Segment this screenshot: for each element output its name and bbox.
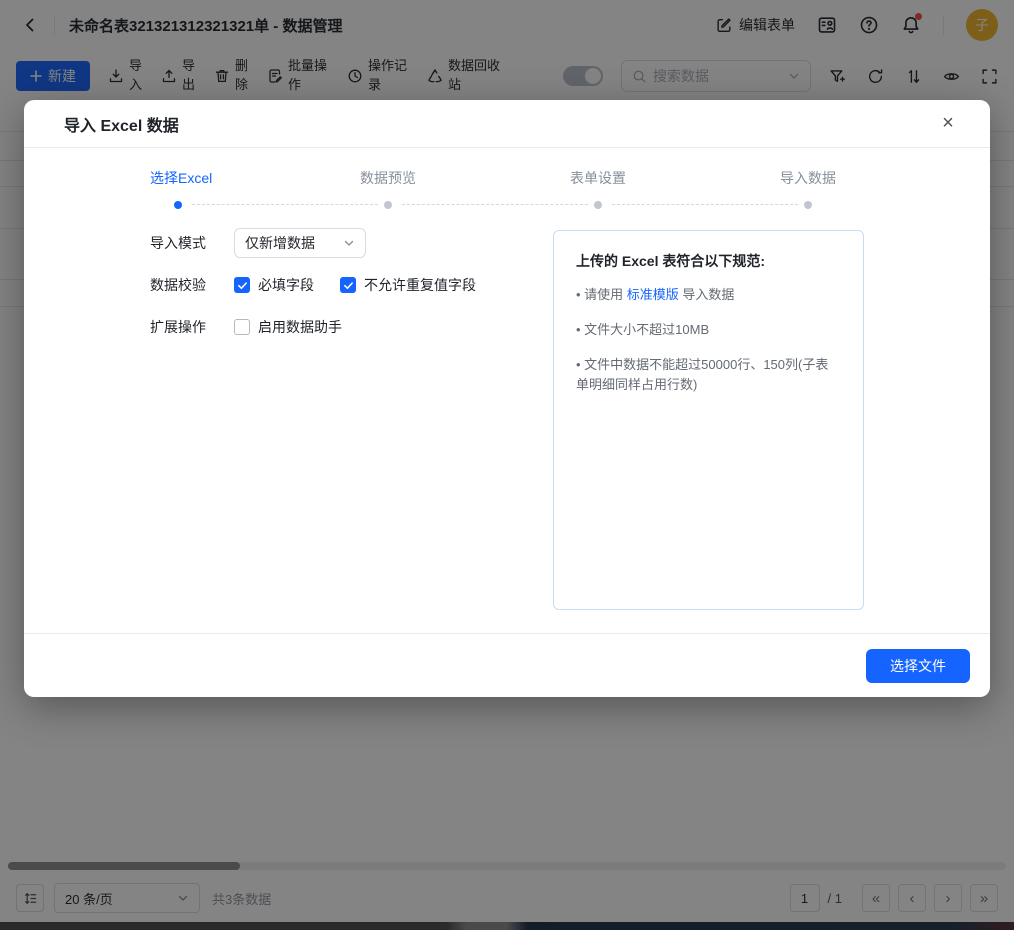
step-connector: [192, 204, 378, 205]
rule-row-limit: 文件中数据不能超过50000行、150列(子表单明细同样占用行数): [576, 355, 841, 397]
import-excel-modal: 导入 Excel 数据 × 选择Excel 数据预览 表单设置 导入数据: [24, 100, 990, 697]
step-import-data: 导入数据: [780, 168, 990, 209]
upload-rules-panel: 上传的 Excel 表符合以下规范: 请使用 标准模版 导入数据 文件大小不超过…: [553, 230, 864, 610]
choose-file-button[interactable]: 选择文件: [866, 649, 970, 683]
modal-footer: 选择文件: [24, 633, 990, 697]
checkbox-checked-icon: [234, 277, 250, 293]
step-dot: [804, 201, 812, 209]
rule-text: 请使用: [584, 287, 627, 302]
step-connector: [612, 204, 798, 205]
modal-title: 导入 Excel 数据: [64, 112, 179, 136]
no-duplicates-checkbox[interactable]: 不允许重复值字段: [340, 275, 476, 295]
step-label: 表单设置: [570, 168, 780, 188]
checkbox-checked-icon: [340, 277, 356, 293]
rule-template: 请使用 标准模版 导入数据: [576, 285, 841, 306]
step-dot: [174, 201, 182, 209]
required-fields-checkbox[interactable]: 必填字段: [234, 275, 314, 295]
step-data-preview: 数据预览: [360, 168, 570, 209]
chevron-down-icon: [343, 237, 355, 249]
import-options-form: 导入模式 仅新增数据 数据校验 必填字段: [150, 228, 476, 354]
data-validation-row: 数据校验 必填字段 不允许重复值字段: [150, 270, 476, 300]
app-window: 未命名表321321312321321单 - 数据管理 编辑表单: [0, 0, 1014, 930]
step-form-settings: 表单设置: [570, 168, 780, 209]
required-fields-label: 必填字段: [258, 275, 314, 295]
extended-ops-label: 扩展操作: [150, 317, 208, 337]
import-mode-value: 仅新增数据: [245, 233, 315, 253]
rule-file-size: 文件大小不超过10MB: [576, 320, 841, 341]
modal-header: 导入 Excel 数据 ×: [24, 100, 990, 148]
extended-ops-row: 扩展操作 启用数据助手: [150, 312, 476, 342]
import-mode-row: 导入模式 仅新增数据: [150, 228, 476, 258]
import-mode-select[interactable]: 仅新增数据: [234, 228, 366, 258]
step-connector: [402, 204, 588, 205]
step-label: 数据预览: [360, 168, 570, 188]
data-assistant-checkbox[interactable]: 启用数据助手: [234, 317, 342, 337]
close-icon[interactable]: ×: [934, 110, 962, 138]
step-dot: [594, 201, 602, 209]
import-mode-label: 导入模式: [150, 233, 208, 253]
step-label: 导入数据: [780, 168, 990, 188]
step-select-excel: 选择Excel: [150, 168, 360, 209]
import-steps: 选择Excel 数据预览 表单设置 导入数据: [24, 168, 990, 209]
step-dot: [384, 201, 392, 209]
standard-template-link[interactable]: 标准模版: [627, 287, 679, 302]
upload-rules-title: 上传的 Excel 表符合以下规范:: [576, 251, 841, 271]
step-label: 选择Excel: [150, 168, 360, 188]
data-validation-label: 数据校验: [150, 275, 208, 295]
rule-text: 导入数据: [679, 287, 735, 302]
no-duplicates-label: 不允许重复值字段: [364, 275, 476, 295]
data-assistant-label: 启用数据助手: [258, 317, 342, 337]
checkbox-unchecked-icon: [234, 319, 250, 335]
